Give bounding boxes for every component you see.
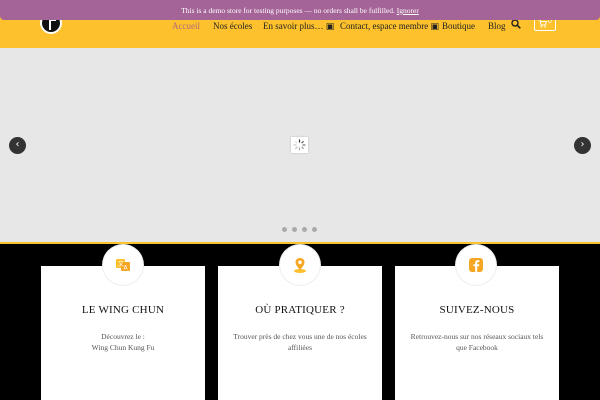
facebook-icon: [469, 258, 483, 272]
card-icon-badge: [280, 245, 320, 285]
slider-loading-spinner: [291, 137, 308, 153]
slider-prev-button[interactable]: ‹: [9, 137, 26, 154]
slider-next-button[interactable]: ›: [574, 137, 591, 154]
nav-item-contact[interactable]: Contact, espace membre ▣: [340, 20, 439, 32]
slider-dot-3[interactable]: [302, 227, 307, 232]
demo-store-notice: This is a demo store for testing purpose…: [0, 0, 600, 20]
cart-icon: [538, 19, 547, 28]
location-pin-icon: [294, 258, 306, 273]
card-title: SUIVEZ-NOUS: [439, 304, 515, 316]
card-title: LE WING CHUN: [81, 304, 165, 316]
slider-bottom-border: [0, 242, 600, 244]
demo-notice-dismiss-link[interactable]: Ignorer: [397, 6, 419, 15]
card-text: Retrouvez-nous sur nos réseaux sociaux t…: [405, 331, 549, 353]
nav-item-boutique[interactable]: Boutique: [442, 20, 475, 32]
nav-item-nos-ecoles[interactable]: Nos écoles: [213, 20, 252, 32]
search-icon[interactable]: [511, 19, 521, 29]
language-icon: 文 A: [116, 259, 130, 272]
card-title: OÙ PRATIQUER ?: [255, 304, 345, 316]
hero-slider: ‹ ›: [0, 48, 600, 242]
demo-notice-text: This is a demo store for testing purpose…: [181, 6, 395, 15]
main-nav: Accueil Nos écoles En savoir plus… ▣ Con…: [0, 20, 600, 34]
card-text-line: Trouver près de chez vous une de nos éco…: [233, 332, 367, 352]
feature-card-ou-pratiquer[interactable]: OÙ PRATIQUER ? Trouver près de chez vous…: [218, 266, 382, 400]
nav-item-accueil[interactable]: Accueil: [172, 20, 200, 32]
feature-card-suivez-nous[interactable]: SUIVEZ-NOUS Retrouvez-nous sur nos résea…: [395, 266, 559, 400]
card-text: Découvrez le : Wing Chun Kung Fu: [51, 331, 195, 353]
nav-item-en-savoir-plus[interactable]: En savoir plus… ▣: [263, 20, 334, 32]
card-text: Trouver près de chez vous une de nos éco…: [228, 331, 372, 353]
spinner-icon: [293, 139, 306, 151]
slider-dot-4[interactable]: [312, 227, 317, 232]
card-text-line: Découvrez le :: [101, 332, 145, 341]
card-text-line: Wing Chun Kung Fu: [91, 343, 155, 352]
slider-dot-1[interactable]: [282, 227, 287, 232]
nav-item-blog[interactable]: Blog: [488, 20, 506, 32]
card-icon-badge: [456, 245, 496, 285]
card-icon-badge: 文 A: [103, 245, 143, 285]
card-text-line: Retrouvez-nous sur nos réseaux sociaux t…: [410, 332, 544, 352]
slider-dot-2[interactable]: [292, 227, 297, 232]
feature-card-wing-chun[interactable]: LE WING CHUN Découvrez le : Wing Chun Ku…: [41, 266, 205, 400]
slider-pagination: [282, 227, 322, 233]
